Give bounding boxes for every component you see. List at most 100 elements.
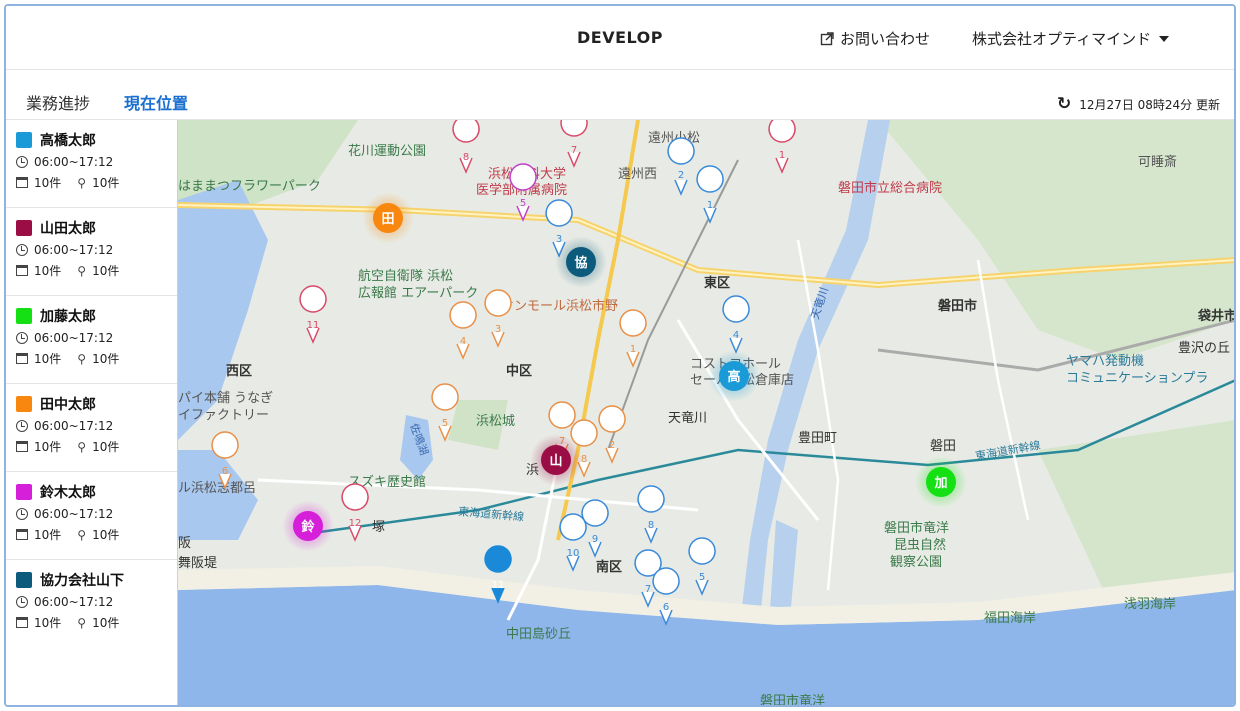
map-label: 西区 (226, 364, 252, 379)
vehicle-marker-takahashi[interactable]: 高 (708, 350, 760, 402)
map-label: 袋井市 (1197, 308, 1236, 324)
vehicle-marker-yamada[interactable]: 山 (530, 434, 582, 486)
vehicle-marker-suzuki[interactable]: 鈴 (282, 500, 334, 552)
driver-time: 06:00~17:12 (34, 595, 114, 609)
map-label: 広報館 エアーパーク (358, 286, 478, 301)
svg-text:5: 5 (520, 198, 526, 209)
color-swatch (16, 484, 32, 500)
clock-icon (16, 244, 28, 256)
box-icon (16, 177, 28, 188)
driver-item[interactable]: 協力会社山下 06:00~17:12 10件 ⚲ 10件 (6, 560, 177, 648)
box-icon (16, 353, 28, 364)
map-label: 磐田 (930, 439, 956, 454)
driver-item-count: 10件 (34, 616, 62, 630)
driver-name: 田中太郎 (40, 397, 96, 413)
driver-point-count: 10件 (92, 440, 120, 454)
svg-text:7: 7 (645, 584, 651, 595)
map-label: 観察公園 (890, 555, 942, 570)
driver-item[interactable]: 高橋太郎 06:00~17:12 10件 ⚲ 10件 (6, 120, 177, 208)
svg-text:1: 1 (779, 150, 785, 161)
caret-down-icon (1159, 35, 1170, 42)
svg-text:11: 11 (307, 320, 320, 331)
contact-label: お問い合わせ (840, 30, 931, 48)
svg-text:11: 11 (492, 580, 505, 591)
driver-time: 06:00~17:12 (34, 419, 114, 433)
vehicle-label: 山 (549, 453, 562, 469)
map-label: 阪 (178, 536, 191, 551)
company-menu[interactable]: 株式会社オプティマインド (972, 28, 1170, 49)
map-label: 中田島砂丘 (506, 627, 571, 642)
map-label: ヤマハ発動機 (1066, 354, 1144, 369)
svg-text:6: 6 (222, 466, 228, 477)
vehicle-marker-kyoryoku[interactable]: 協 (555, 236, 607, 288)
box-icon (16, 617, 28, 628)
driver-item[interactable]: 加藤太郎 06:00~17:12 10件 ⚲ 10件 (6, 296, 177, 384)
svg-text:5: 5 (442, 418, 448, 429)
map-label: 磐田市 (938, 298, 977, 314)
external-link-icon (820, 31, 834, 45)
vehicle-marker-tanaka[interactable]: 田 (362, 192, 414, 244)
driver-point-count: 10件 (92, 616, 120, 630)
driver-item-count: 10件 (34, 264, 62, 278)
driver-item[interactable]: 田中太郎 06:00~17:12 10件 ⚲ 10件 (6, 384, 177, 472)
clock-icon (16, 332, 28, 344)
map-label: はままつフラワーパーク (178, 179, 321, 194)
driver-point-count: 10件 (92, 352, 120, 366)
refresh-icon[interactable]: ↻ (1057, 94, 1071, 114)
svg-text:6: 6 (663, 602, 669, 613)
color-swatch (16, 308, 32, 324)
driver-name: 山田太郎 (40, 221, 96, 237)
map-label: 塚 (372, 520, 385, 535)
location-pin-icon: ⚲ (77, 439, 87, 454)
map-label: 浅羽海岸 (1124, 597, 1176, 612)
svg-text:3: 3 (556, 234, 562, 245)
driver-item[interactable]: 鈴木太郎 06:00~17:12 10件 ⚲ 10件 (6, 472, 177, 560)
clock-icon (16, 420, 28, 432)
location-pin-icon: ⚲ (77, 351, 87, 366)
vehicle-label: 田 (381, 212, 394, 227)
map-label: 浜松城 (476, 414, 515, 429)
clock-icon (16, 596, 28, 608)
contact-link[interactable]: お問い合わせ (820, 28, 930, 49)
box-icon (16, 265, 28, 276)
map-view[interactable]: 花川運動公園 はままつフラワーパーク 浜松医科大学 医学部附属病院 遠州小松 遠… (178, 120, 1236, 707)
driver-time: 06:00~17:12 (34, 155, 114, 169)
vehicle-label: 鈴 (301, 519, 315, 535)
svg-text:3: 3 (495, 324, 501, 335)
map-label: 豊沢の丘 (1178, 341, 1230, 356)
driver-item[interactable]: 山田太郎 06:00~17:12 10件 ⚲ 10件 (6, 208, 177, 296)
map-label: 磐田市立総合病院 (838, 180, 942, 196)
svg-text:1: 1 (630, 344, 636, 355)
svg-text:2: 2 (609, 440, 615, 451)
map-label: 舞阪堤 (178, 556, 217, 571)
map-label: コミュニケーションプラ (1066, 371, 1208, 386)
location-pin-icon: ⚲ (77, 615, 87, 630)
driver-name: 鈴木太郎 (40, 485, 96, 501)
map-label: パイ本舗 うなぎ (178, 391, 273, 406)
map-label: 花川運動公園 (348, 143, 426, 159)
map-label: 磐田市竜洋 (760, 693, 825, 707)
svg-text:7: 7 (571, 145, 577, 156)
color-swatch (16, 220, 32, 236)
clock-icon (16, 156, 28, 168)
map-label: 磐田市竜洋 (884, 520, 949, 536)
driver-point-count: 10件 (92, 528, 120, 542)
driver-time: 06:00~17:12 (34, 243, 114, 257)
map-label: 航空自衛隊 浜松 (358, 268, 453, 284)
map-label: ル浜松志都呂 (178, 481, 256, 496)
tab-bar: 業務進捗 現在位置 ↻ 12月27日 08時24分 更新 (6, 70, 1234, 125)
map-label: 東区 (704, 275, 730, 291)
updated-text: 12月27日 08時24分 更新 (1079, 97, 1220, 112)
svg-text:1: 1 (707, 200, 713, 211)
driver-list: 高橋太郎 06:00~17:12 10件 ⚲ 10件 山田太郎 06:00~17:1… (6, 120, 178, 705)
app-window: DEVELOP お問い合わせ 株式会社オプティマインド 業務進捗 現在位置 ↻ … (4, 4, 1236, 707)
driver-time: 06:00~17:12 (34, 507, 114, 521)
map-canvas[interactable]: 花川運動公園 はままつフラワーパーク 浜松医科大学 医学部附属病院 遠州小松 遠… (178, 120, 1236, 707)
vehicle-marker-kato[interactable]: 加 (915, 456, 967, 508)
box-icon (16, 441, 28, 452)
map-label: 福田海岸 (984, 611, 1036, 626)
color-swatch (16, 396, 32, 412)
svg-text:5: 5 (699, 572, 705, 583)
svg-text:2: 2 (678, 170, 684, 181)
tab-progress[interactable]: 業務進捗 (16, 90, 100, 122)
